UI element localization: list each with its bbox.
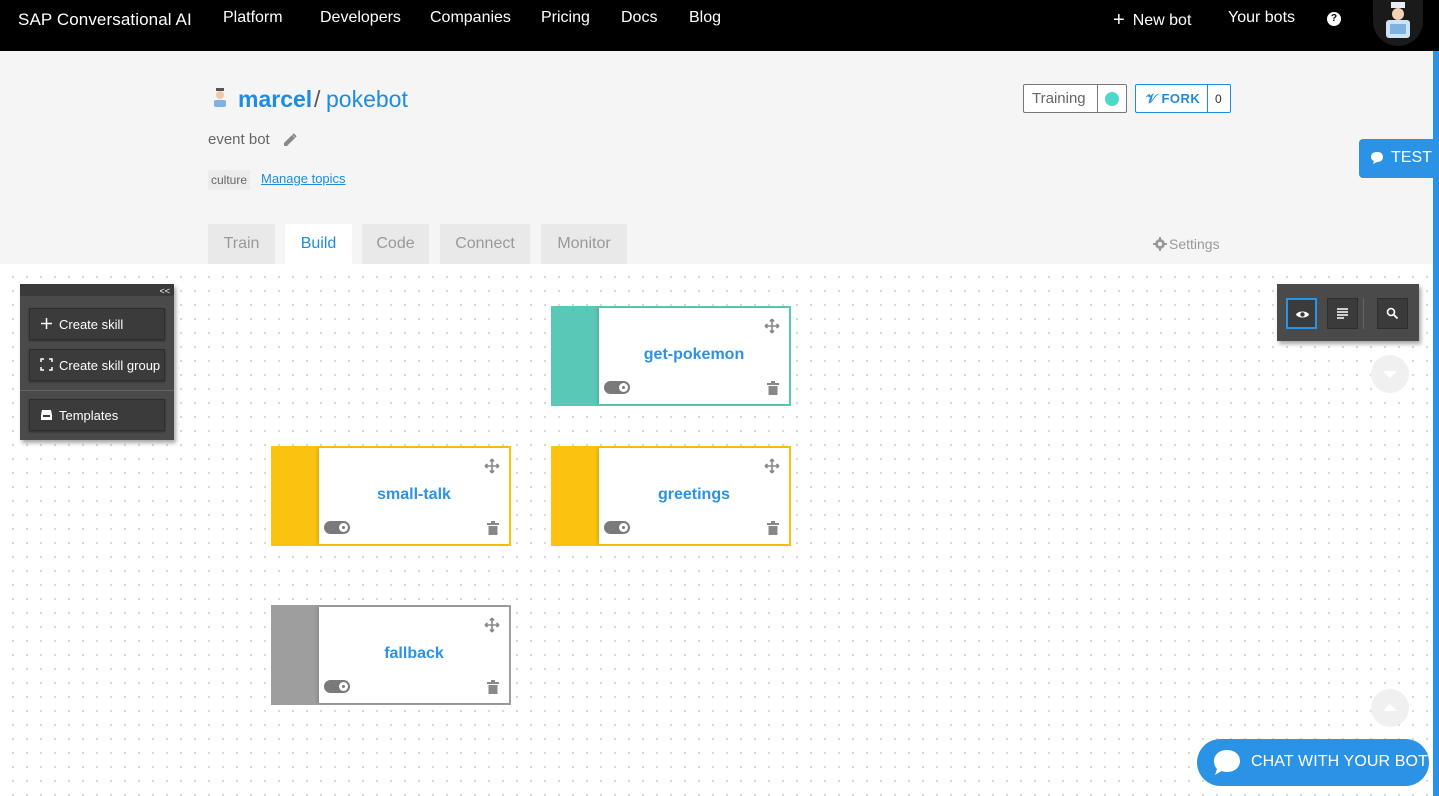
breadcrumb-separator: /: [314, 86, 321, 112]
search-icon: [1386, 307, 1399, 320]
templates-label: Templates: [59, 408, 119, 423]
eye-icon: [1296, 311, 1309, 318]
expand-icon: [40, 358, 53, 371]
skill-name[interactable]: greetings: [599, 486, 789, 504]
list-button[interactable]: [1327, 298, 1358, 329]
skill-name[interactable]: fallback: [319, 645, 509, 663]
user-icon: [214, 88, 226, 107]
toolbox-divider: [20, 390, 174, 391]
skill-name[interactable]: get-pokemon: [599, 346, 789, 364]
chat-with-bot-button[interactable]: CHAT WITH YOUR BOT: [1197, 739, 1429, 786]
chat-bubble-icon: [1371, 152, 1383, 164]
fork-button[interactable]: 𝒱 FORK 0: [1135, 84, 1231, 113]
view-toolbar: [1277, 284, 1419, 341]
plus-icon: [41, 318, 52, 329]
skill-card-small-talk[interactable]: small-talk: [271, 446, 511, 546]
pencil-icon[interactable]: [283, 133, 297, 147]
brand-logo[interactable]: SAP Conversational AI: [18, 10, 192, 30]
skills-toolbox: << Create skill Create skill group Templ…: [20, 284, 174, 440]
nav-link-platform[interactable]: Platform: [223, 9, 283, 27]
divider: [1207, 85, 1208, 112]
new-bot-label: New bot: [1132, 12, 1192, 29]
list-icon: [1337, 308, 1348, 319]
training-label: Training: [1032, 90, 1086, 107]
tab-build[interactable]: Build: [285, 224, 352, 264]
gear-icon: [1153, 237, 1167, 251]
eye-button[interactable]: [1286, 298, 1317, 329]
move-icon[interactable]: [484, 617, 500, 633]
tab-train[interactable]: Train: [208, 224, 275, 264]
plus-icon: +: [1113, 9, 1125, 31]
help-icon[interactable]: ?: [1327, 12, 1341, 26]
chat-with-bot-label: CHAT WITH YOUR BOT: [1251, 753, 1428, 770]
your-bots-link[interactable]: Your bots: [1228, 9, 1295, 27]
move-icon[interactable]: [764, 458, 780, 474]
skill-color-band: [273, 448, 319, 544]
create-skill-group-label: Create skill group: [59, 358, 161, 373]
divider: [1097, 85, 1098, 112]
nav-link-developers[interactable]: Developers: [320, 9, 401, 27]
collapse-toolbox-button[interactable]: <<: [159, 286, 170, 296]
create-skill-button[interactable]: Create skill: [29, 308, 165, 340]
skill-card-get-pokemon[interactable]: get-pokemon: [551, 306, 791, 406]
toolbox-header: [20, 284, 174, 296]
skill-color-band: [553, 448, 599, 544]
scroll-down-button[interactable]: [1371, 355, 1409, 393]
create-skill-group-button[interactable]: Create skill group: [29, 349, 165, 381]
trash-icon[interactable]: [767, 521, 779, 535]
test-label: TEST: [1391, 149, 1432, 166]
fork-text: FORK: [1161, 91, 1201, 106]
settings-link[interactable]: Settings: [1153, 236, 1220, 252]
create-skill-label: Create skill: [59, 317, 124, 332]
nav-link-pricing[interactable]: Pricing: [541, 9, 590, 27]
nav-link-docs[interactable]: Docs: [621, 9, 657, 27]
chevron-up-icon: [1383, 704, 1397, 711]
skill-name[interactable]: small-talk: [319, 486, 509, 504]
search-button[interactable]: [1377, 298, 1408, 329]
bot-description: event bot: [208, 131, 270, 148]
templates-button[interactable]: Templates: [29, 399, 165, 431]
tab-code[interactable]: Code: [362, 224, 429, 264]
skill-card-greetings[interactable]: greetings: [551, 446, 791, 546]
move-icon[interactable]: [764, 318, 780, 334]
topic-tag: culture: [208, 170, 251, 190]
chevron-down-icon: [1383, 371, 1397, 378]
trash-icon[interactable]: [487, 521, 499, 535]
trash-icon[interactable]: [487, 680, 499, 694]
settings-label: Settings: [1169, 236, 1220, 252]
top-navbar: SAP Conversational AI Platform Developer…: [0, 0, 1439, 51]
fork-count: 0: [1215, 92, 1222, 106]
skill-toggle[interactable]: [604, 381, 630, 394]
scroll-up-button[interactable]: [1371, 689, 1409, 727]
nav-link-blog[interactable]: Blog: [689, 9, 721, 27]
skill-toggle[interactable]: [324, 680, 350, 693]
bot-owner-link[interactable]: marcel: [238, 86, 312, 113]
avatar[interactable]: [1373, 0, 1423, 46]
nav-link-companies[interactable]: Companies: [430, 9, 511, 27]
new-bot-button[interactable]: + New bot: [1113, 9, 1191, 32]
chat-bubble-icon: [1214, 750, 1240, 775]
divider: [1363, 298, 1364, 329]
skill-card-fallback[interactable]: fallback: [271, 605, 511, 705]
training-status: Training: [1023, 84, 1127, 113]
skill-color-band: [273, 607, 319, 703]
tab-monitor[interactable]: Monitor: [541, 224, 627, 264]
inbox-icon: [41, 410, 52, 420]
manage-topics-link[interactable]: Manage topics: [261, 171, 346, 186]
fork-label: 𝒱 FORK: [1146, 91, 1200, 107]
trash-icon[interactable]: [767, 381, 779, 395]
skill-color-band: [553, 308, 599, 404]
training-status-dot: [1105, 92, 1119, 106]
skill-toggle[interactable]: [604, 521, 630, 534]
skill-toggle[interactable]: [324, 521, 350, 534]
tab-connect[interactable]: Connect: [440, 224, 530, 264]
fork-icon: 𝒱: [1146, 91, 1158, 106]
test-button[interactable]: TEST: [1359, 139, 1439, 178]
move-icon[interactable]: [484, 458, 500, 474]
bot-name-link[interactable]: pokebot: [326, 86, 408, 113]
